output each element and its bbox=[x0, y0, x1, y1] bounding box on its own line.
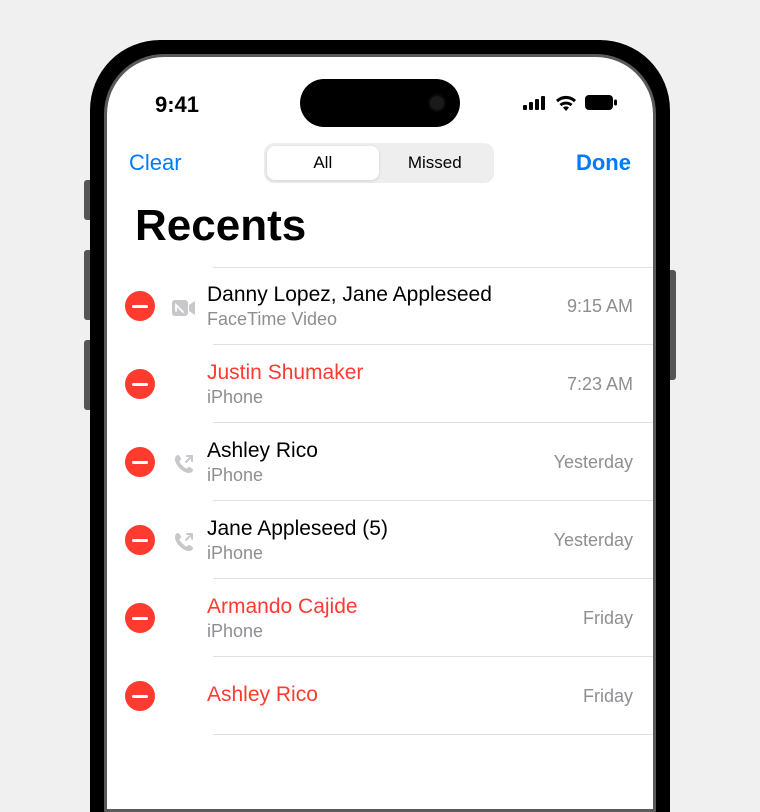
call-time: Yesterday bbox=[554, 530, 653, 551]
facetime-video-icon bbox=[169, 296, 199, 316]
status-time: 9:41 bbox=[155, 92, 199, 118]
call-row[interactable]: Ashley Rico Friday bbox=[119, 657, 653, 735]
segment-missed[interactable]: Missed bbox=[379, 146, 491, 180]
call-time: Friday bbox=[583, 686, 653, 707]
call-row[interactable]: Armando Cajide iPhone Friday bbox=[119, 579, 653, 657]
call-row[interactable]: Ashley Rico iPhone Yesterday bbox=[119, 423, 653, 501]
delete-button[interactable] bbox=[125, 525, 155, 555]
delete-button[interactable] bbox=[125, 291, 155, 321]
delete-button[interactable] bbox=[125, 447, 155, 477]
call-subtitle: iPhone bbox=[207, 387, 567, 408]
phone-screen: 9:41 Clear All Missed Done Recents bbox=[107, 57, 653, 809]
outgoing-call-icon bbox=[169, 449, 199, 475]
call-time: Friday bbox=[583, 608, 653, 629]
caller-name: Ashley Rico bbox=[207, 439, 554, 463]
delete-button[interactable] bbox=[125, 369, 155, 399]
done-button[interactable]: Done bbox=[576, 150, 631, 176]
delete-button[interactable] bbox=[125, 681, 155, 711]
call-time: Yesterday bbox=[554, 452, 653, 473]
call-row[interactable]: Danny Lopez, Jane Appleseed FaceTime Vid… bbox=[119, 267, 653, 345]
caller-name: Jane Appleseed (5) bbox=[207, 517, 554, 541]
call-subtitle: iPhone bbox=[207, 543, 554, 564]
call-row[interactable]: Justin Shumaker iPhone 7:23 AM bbox=[119, 345, 653, 423]
cellular-signal-icon bbox=[523, 96, 547, 115]
clear-button[interactable]: Clear bbox=[129, 150, 182, 176]
call-type-icon bbox=[169, 382, 199, 386]
caller-name: Justin Shumaker bbox=[207, 361, 567, 385]
call-subtitle: iPhone bbox=[207, 621, 583, 642]
outgoing-call-icon bbox=[169, 527, 199, 553]
caller-name: Armando Cajide bbox=[207, 595, 583, 619]
recents-list: Danny Lopez, Jane Appleseed FaceTime Vid… bbox=[107, 267, 653, 735]
call-subtitle: iPhone bbox=[207, 465, 554, 486]
navigation-bar: Clear All Missed Done bbox=[107, 127, 653, 193]
phone-frame: 9:41 Clear All Missed Done Recents bbox=[90, 40, 670, 812]
dynamic-island bbox=[300, 79, 460, 127]
battery-icon bbox=[585, 95, 617, 115]
call-time: 9:15 AM bbox=[567, 296, 653, 317]
wifi-icon bbox=[555, 95, 577, 116]
call-type-icon bbox=[169, 694, 199, 698]
segment-all[interactable]: All bbox=[267, 146, 379, 180]
caller-name: Ashley Rico bbox=[207, 683, 583, 707]
filter-segmented-control[interactable]: All Missed bbox=[264, 143, 494, 183]
delete-button[interactable] bbox=[125, 603, 155, 633]
call-type-icon bbox=[169, 616, 199, 620]
call-time: 7:23 AM bbox=[567, 374, 653, 395]
call-row[interactable]: Jane Appleseed (5) iPhone Yesterday bbox=[119, 501, 653, 579]
call-subtitle: FaceTime Video bbox=[207, 309, 567, 330]
page-title: Recents bbox=[107, 193, 653, 267]
caller-name: Danny Lopez, Jane Appleseed bbox=[207, 283, 567, 307]
